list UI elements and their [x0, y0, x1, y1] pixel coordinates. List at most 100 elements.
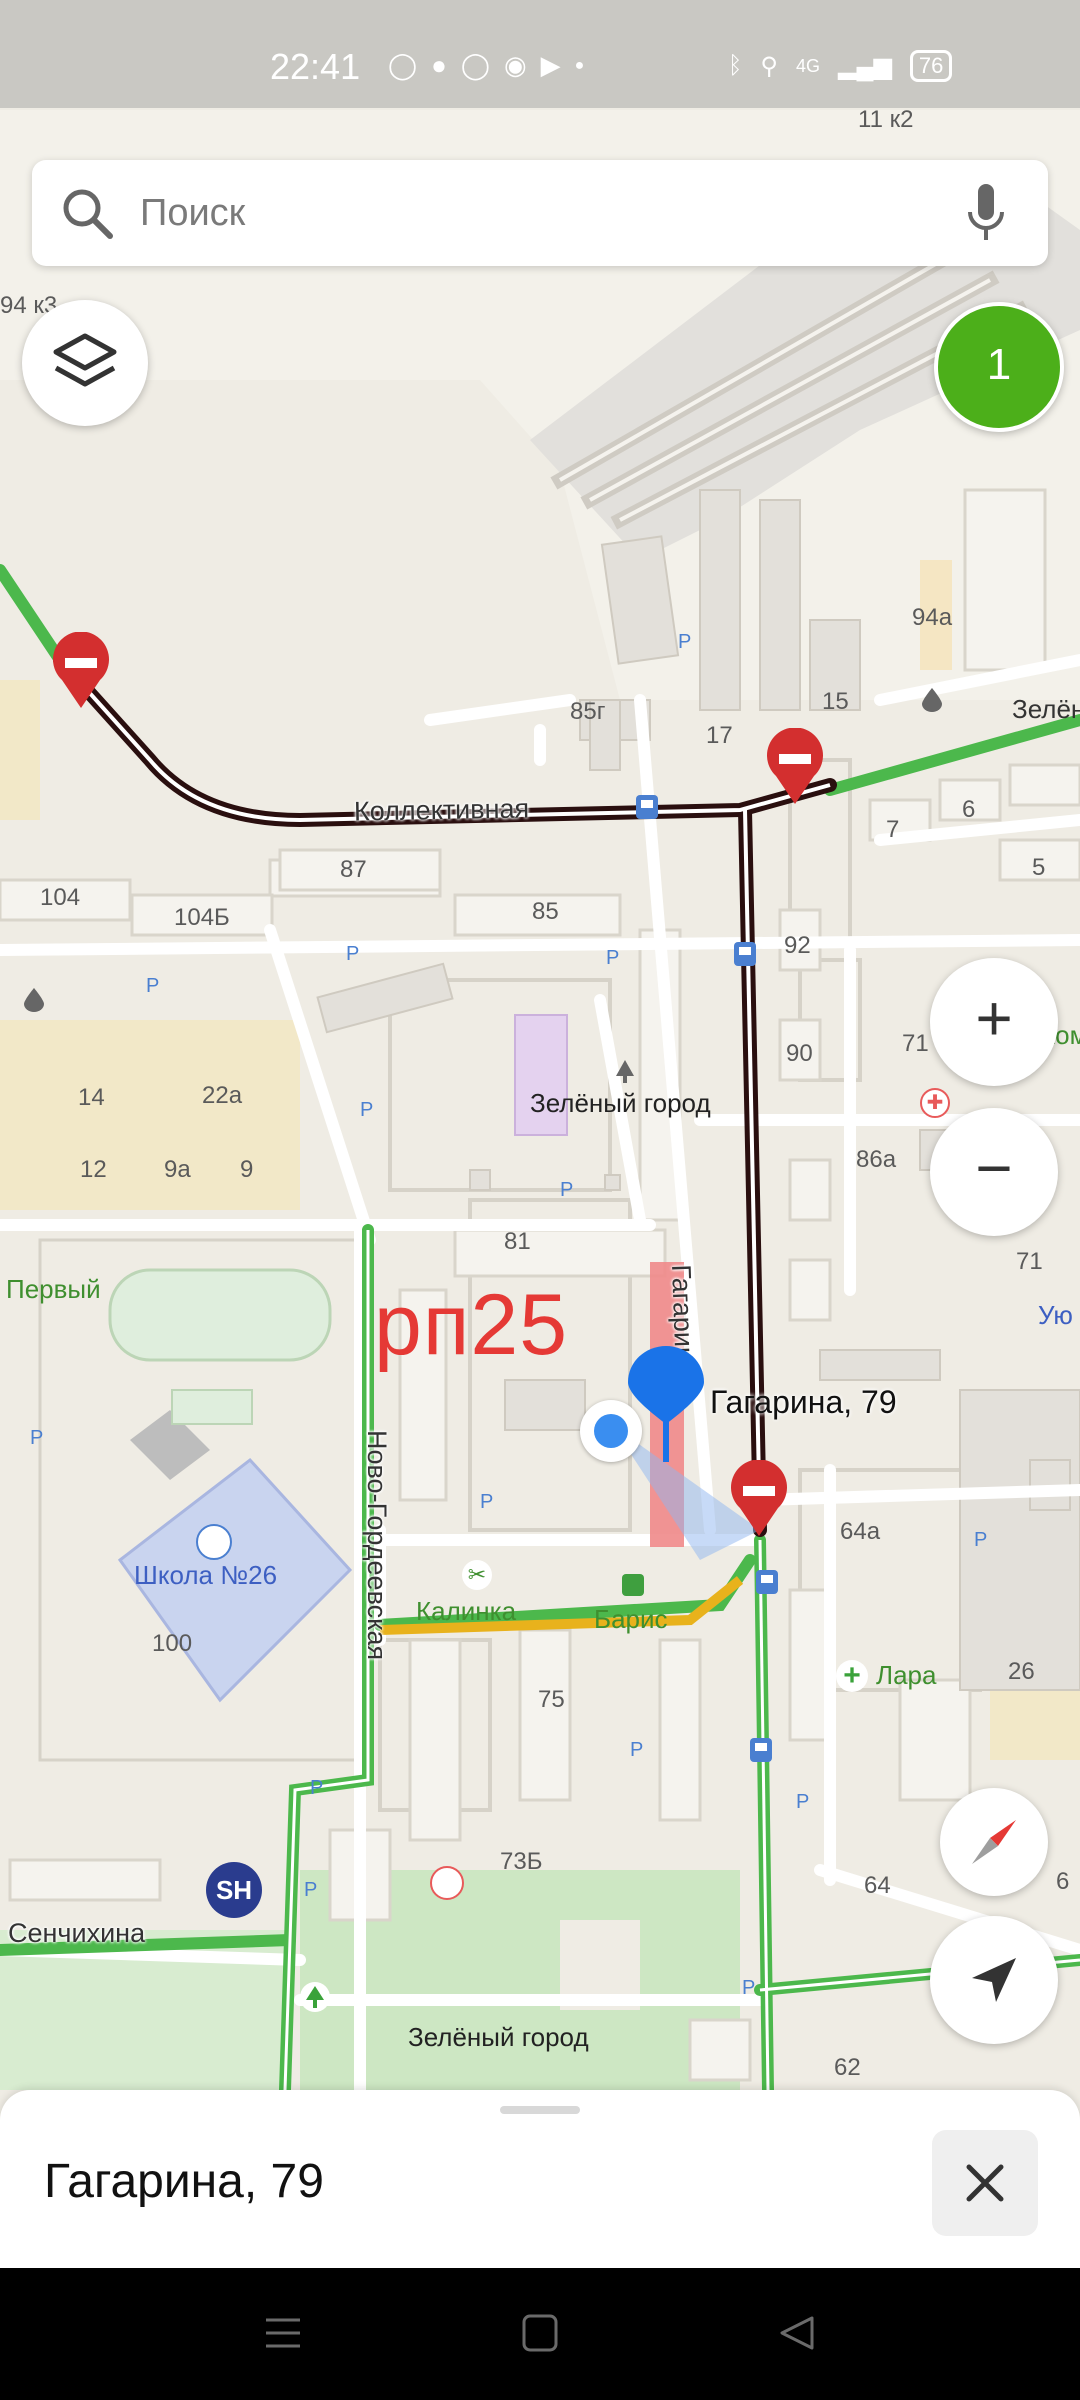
house-number: 85г	[570, 698, 606, 725]
school-label: Школа №26	[134, 1560, 278, 1590]
layers-button[interactable]	[22, 300, 148, 426]
annotation-text: рп25	[374, 1277, 569, 1373]
house-number: 85	[532, 898, 559, 925]
viber-icon: ◯	[460, 50, 490, 80]
parking-icon: P	[678, 631, 692, 653]
back-icon[interactable]	[778, 2314, 816, 2352]
house-number: 71	[1016, 1248, 1043, 1275]
house-number: 75	[538, 1686, 565, 1713]
parking-icon: P	[796, 1791, 810, 1813]
food-icon[interactable]	[430, 1866, 464, 1900]
signal-icon: ▂▄▆	[838, 52, 892, 80]
house-number: 22а	[202, 1082, 243, 1109]
place-label: Зелёный город	[530, 1088, 711, 1118]
chat-icon: ●	[431, 50, 447, 80]
home-icon[interactable]	[522, 2314, 558, 2352]
poi-label: Лара	[876, 1660, 937, 1690]
location-pin-icon[interactable]	[626, 1346, 706, 1464]
close-button[interactable]	[932, 2130, 1038, 2236]
bus-stop-icon[interactable]	[636, 795, 658, 819]
road-closed-icon[interactable]	[728, 1460, 790, 1538]
tree-icon	[300, 1982, 330, 2012]
compass-icon	[972, 1820, 1016, 1864]
parking-icon: P	[360, 1099, 374, 1121]
house-number: 9а	[164, 1156, 191, 1183]
poi-label: Барис	[594, 1604, 668, 1634]
park-icon	[612, 1058, 638, 1084]
microphone-icon[interactable]	[966, 184, 1006, 244]
house-number: 86а	[856, 1146, 897, 1173]
search-bar[interactable]: Поиск	[32, 160, 1048, 266]
layers-icon	[53, 333, 117, 387]
bus-stop-icon[interactable]	[756, 1570, 778, 1594]
house-number: 100	[152, 1630, 193, 1657]
house-number: 94а	[912, 604, 953, 631]
water-drop-icon	[922, 688, 942, 712]
parking-icon: P	[630, 1739, 644, 1761]
place-bottom-sheet[interactable]: Гагарина, 79	[0, 2090, 1080, 2268]
parking-icon: P	[606, 947, 620, 969]
system-navigation-bar	[0, 2268, 1080, 2400]
count-badge-value: 1	[986, 340, 1012, 389]
water-drop-icon	[24, 988, 44, 1012]
map-canvas[interactable]: ✚ ✂ + SH P P P P P P P P P P P P P P P 1…	[0, 0, 1080, 2090]
zoom-out-button[interactable]: −	[930, 1108, 1058, 1236]
youtube-icon: ▶	[540, 50, 561, 80]
network-type: 4G	[795, 55, 820, 76]
dot-icon: ●	[574, 56, 585, 74]
pharmacy-plus-icon[interactable]: +	[836, 1660, 868, 1692]
school-icon[interactable]	[196, 1524, 232, 1560]
house-number: 15	[822, 688, 849, 715]
street-label: Ново-Гордеевская	[362, 1430, 392, 1661]
house-number: 104Б	[174, 904, 230, 931]
whatsapp-icon: ◯	[388, 50, 418, 80]
sheet-drag-handle[interactable]	[500, 2106, 580, 2114]
bus-stop-icon[interactable]	[734, 942, 756, 966]
street-label: Сенчихина	[8, 1918, 146, 1948]
parking-icon: P	[30, 1427, 44, 1449]
navigation-arrow-icon	[972, 1958, 1016, 2002]
poi-label: Первый	[6, 1274, 101, 1304]
zoom-out-icon: −	[975, 1132, 1013, 1204]
parking-icon: P	[974, 1529, 988, 1551]
zoom-in-button[interactable]: +	[930, 958, 1058, 1086]
pharmacy-icon[interactable]: ✚	[920, 1088, 950, 1118]
house-number: 26	[1008, 1658, 1035, 1685]
browser-icon: ◉	[503, 50, 527, 80]
parking-icon: P	[146, 975, 160, 997]
count-badge-button[interactable]: 1	[934, 302, 1064, 432]
house-number: 17	[706, 722, 733, 749]
street-label: Коллективная	[353, 793, 530, 827]
parking-icon: P	[304, 1879, 318, 1901]
house-number: 5	[1032, 854, 1046, 881]
place-label: Зелён	[1012, 694, 1080, 724]
bluetooth-icon: ᛒ	[728, 52, 743, 79]
bus-stop-icon[interactable]	[750, 1738, 772, 1762]
house-number: 81	[504, 1228, 531, 1255]
road-closed-icon[interactable]	[50, 632, 112, 710]
scissors-icon[interactable]: ✂	[462, 1560, 492, 1590]
search-input[interactable]: Поиск	[140, 192, 245, 235]
parking-icon: P	[310, 1777, 324, 1799]
house-number: 92	[784, 932, 811, 959]
road-closed-icon[interactable]	[764, 728, 826, 806]
poi-label: Калинка	[416, 1596, 517, 1626]
status-time: 22:41	[270, 46, 361, 87]
parking-icon: P	[480, 1491, 494, 1513]
house-number: 64	[864, 1872, 891, 1899]
my-location-button[interactable]	[930, 1916, 1058, 2044]
notification-icons: ◯ ● ◯ ◉ ▶ ●	[388, 50, 584, 81]
house-number: 11 к2	[858, 106, 914, 133]
house-number: 12	[80, 1156, 107, 1183]
house-number: 104	[40, 884, 81, 911]
compass-button[interactable]	[940, 1788, 1048, 1896]
menu-icon[interactable]	[264, 2314, 302, 2352]
poi-label: Ую	[1038, 1300, 1073, 1330]
battery-level: 76	[918, 53, 944, 78]
house-number: 73Б	[500, 1848, 543, 1875]
status-bar: 22:41 ◯ ● ◯ ◉ ▶ ● ᛒ ⚲ 4G ▂▄▆ 76	[0, 0, 1080, 108]
brand-badge-sh[interactable]: SH	[206, 1862, 262, 1918]
house-number: 9	[240, 1156, 254, 1183]
shopping-bag-icon[interactable]	[622, 1574, 644, 1596]
sheet-title: Гагарина, 79	[44, 2155, 324, 2208]
